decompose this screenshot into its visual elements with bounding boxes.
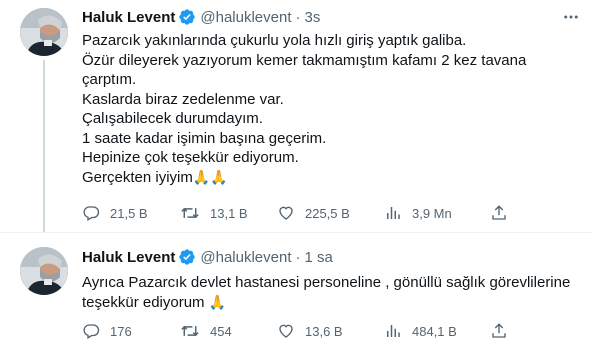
like-button[interactable]: 13,6 B: [277, 319, 343, 343]
like-count: 225,5 B: [305, 205, 350, 221]
tweet-actions: 21,5 B 13,1 B 225,5 B 3,9 Mn: [78, 201, 508, 225]
reply-count: 21,5 B: [110, 205, 148, 221]
like-button[interactable]: 225,5 B: [277, 201, 350, 225]
retweet-button[interactable]: 454: [180, 319, 232, 343]
display-name[interactable]: Haluk Levent: [82, 249, 175, 266]
views-button[interactable]: 3,9 Mn: [384, 201, 452, 225]
heart-icon: [279, 206, 293, 220]
display-name[interactable]: Haluk Levent: [82, 9, 175, 26]
user-handle[interactable]: @haluklevent: [200, 249, 291, 266]
reply-icon: [83, 206, 100, 221]
tweet-line: Özür dileyerek yazıyorum kemer takmamışt…: [82, 51, 527, 69]
view-count: 3,9 Mn: [412, 205, 452, 221]
timestamp[interactable]: 3s: [305, 9, 321, 26]
avatar[interactable]: [20, 247, 68, 295]
tweet-line-last: Gerçekten iyiyim🙏🙏: [82, 168, 577, 188]
share-button[interactable]: [490, 319, 508, 343]
share-icon: [492, 205, 506, 220]
tweet-line: Kaslarda biraz zedelenme var.: [82, 90, 284, 108]
avatar[interactable]: [20, 8, 68, 56]
reply-button[interactable]: 21,5 B: [82, 201, 148, 225]
retweet-count: 13,1 B: [210, 205, 248, 221]
tweet-line: 1 saate kadar işimin başına geçerim.: [82, 129, 327, 147]
heart-icon: [279, 324, 293, 338]
reply-icon: [83, 324, 100, 339]
tweet-text: Ayrıca Pazarcık devlet hastanesi persone…: [82, 273, 577, 312]
tweet-actions: 176 454 13,6 B 484,1 B: [78, 319, 508, 343]
profile-photo-icon: [20, 8, 68, 56]
verified-badge-icon: [178, 248, 196, 266]
retweet-icon: [181, 325, 199, 337]
tweet-header: Haluk Levent @haluklevent · 1 sa: [82, 247, 333, 267]
tweet[interactable]: Haluk Levent @haluklevent · 1 sa Ayrıca …: [0, 233, 593, 361]
verified-badge-icon: [178, 8, 196, 26]
tweet-text: Pazarcık yakınlarında çukurlu yola hızlı…: [82, 31, 577, 187]
thread-connector-line: [43, 60, 45, 232]
retweet-button[interactable]: 13,1 B: [180, 201, 248, 225]
tweet-line-text: teşekkür ediyorum: [82, 293, 205, 311]
tweet-line-last: teşekkür ediyorum 🙏: [82, 293, 577, 313]
tweet-line-text: Gerçekten iyiyim: [82, 168, 193, 186]
like-count: 13,6 B: [305, 323, 343, 339]
tweet-header: Haluk Levent @haluklevent · 3s: [82, 7, 320, 27]
share-button[interactable]: [490, 201, 508, 225]
tweet-line: Ayrıca Pazarcık devlet hastanesi persone…: [82, 274, 571, 291]
tweet-line: Çalışabilecek durumdayım.: [82, 110, 263, 127]
profile-photo-icon: [20, 247, 68, 295]
praying-hands-emoji: 🙏: [208, 293, 227, 310]
analytics-icon: [387, 325, 400, 337]
tweet-line: Hepinize çok teşekkür ediyorum.: [82, 149, 299, 166]
views-button[interactable]: 484,1 B: [384, 319, 457, 343]
tweet[interactable]: Haluk Levent @haluklevent · 3s Pazarcık …: [0, 0, 593, 232]
view-count: 484,1 B: [412, 323, 457, 339]
tweet-line: Pazarcık yakınlarında çukurlu yola hızlı…: [82, 32, 467, 49]
tweet-line: çarptım.: [82, 71, 137, 88]
more-options-button[interactable]: [557, 7, 585, 27]
praying-hands-emoji: 🙏🙏: [192, 168, 228, 185]
separator-dot: ·: [295, 248, 301, 266]
user-handle[interactable]: @haluklevent: [200, 9, 291, 26]
retweet-count: 454: [210, 323, 232, 339]
retweet-icon: [181, 207, 199, 219]
share-icon: [492, 323, 506, 338]
analytics-icon: [387, 207, 400, 219]
reply-button[interactable]: 176: [82, 319, 132, 343]
more-dots-icon: [564, 15, 578, 19]
timestamp[interactable]: 1 sa: [305, 249, 333, 266]
reply-count: 176: [110, 323, 132, 339]
separator-dot: ·: [295, 8, 301, 26]
